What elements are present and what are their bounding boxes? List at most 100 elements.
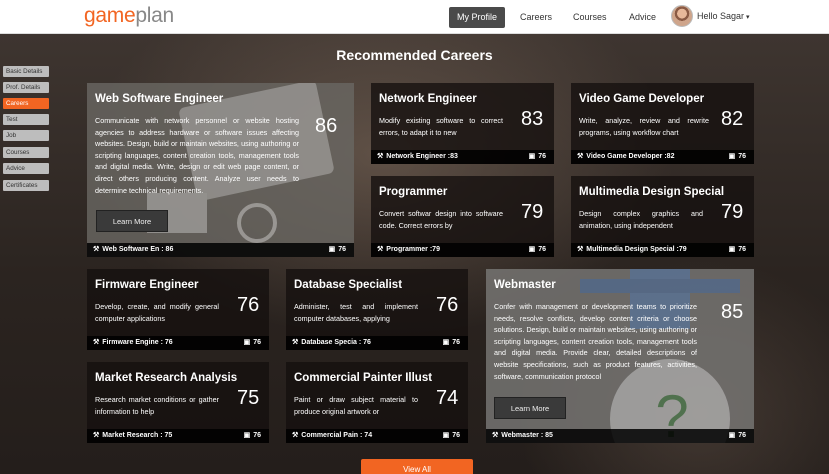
card-description: Modify existing software to correct erro… [379, 116, 503, 137]
job-count: 76 [452, 339, 460, 346]
card-score: 83 [521, 108, 544, 130]
avatar[interactable] [671, 5, 693, 27]
magic-wand-icon: ⚒ [577, 153, 584, 160]
briefcase-icon: ▣ [728, 153, 736, 160]
nav-my-profile[interactable]: My Profile [449, 7, 506, 28]
caret-down-icon: ▾ [746, 14, 750, 21]
gameplan-logo[interactable]: gameplan [84, 4, 174, 28]
magic-wand-icon: ⚒ [292, 339, 299, 346]
career-card-database-specialist[interactable]: Database Specialist Administer, test and… [286, 269, 468, 350]
card-footer: ⚒ Webmaster : 85 ▣ 76 [486, 429, 754, 443]
magic-wand-icon: ⚒ [292, 432, 299, 439]
briefcase-icon: ▣ [728, 246, 736, 253]
card-score: 76 [436, 294, 459, 316]
card-score: 85 [721, 301, 744, 323]
card-footer: ⚒ Network Engineer :83 ▣ 76 [371, 150, 554, 164]
sidebar-item-test[interactable]: Test [3, 114, 49, 125]
career-card-video-game-developer[interactable]: Video Game Developer Write, analyze, rev… [571, 83, 754, 164]
sidebar-item-advice[interactable]: Advice [3, 163, 49, 174]
magic-wand-icon: ⚒ [492, 432, 499, 439]
card-description: Research market conditions or gather inf… [95, 395, 219, 416]
sidebar-item-basic-details[interactable]: Basic Details [3, 66, 49, 77]
magic-wand-icon: ⚒ [577, 246, 584, 253]
career-card-network-engineer[interactable]: Network Engineer Modify existing softwar… [371, 83, 554, 164]
card-footer-label: Firmware Engine : 76 [102, 339, 173, 346]
briefcase-icon: ▣ [328, 246, 336, 253]
nav-courses[interactable]: Courses [565, 7, 615, 28]
card-footer: ⚒ Programmer :79 ▣ 76 [371, 243, 554, 257]
card-title: Database Specialist [294, 279, 403, 291]
card-title: Firmware Engineer [95, 279, 199, 291]
sidebar-item-prof-details[interactable]: Prof. Details [3, 82, 49, 93]
card-footer-label: Market Research : 75 [102, 432, 173, 439]
career-card-commercial-painter-illust[interactable]: Commercial Painter Illust Paint or draw … [286, 362, 468, 443]
card-footer-label: Commercial Pain : 74 [301, 432, 373, 439]
sidebar-item-careers[interactable]: Careers [3, 98, 49, 109]
career-card-firmware-engineer[interactable]: Firmware Engineer Develop, create, and m… [87, 269, 269, 350]
magic-wand-icon: ⚒ [377, 246, 384, 253]
card-footer: ⚒ Market Research : 75 ▣ 76 [87, 429, 269, 443]
job-count: 76 [538, 246, 546, 253]
job-count: 76 [738, 432, 746, 439]
career-card-webmaster[interactable]: ? Webmaster Confer with management or de… [486, 269, 754, 443]
view-all-button[interactable]: View All [361, 459, 473, 474]
card-footer: ⚒ Firmware Engine : 76 ▣ 76 [87, 336, 269, 350]
card-footer: ⚒ Commercial Pain : 74 ▣ 76 [286, 429, 468, 443]
career-card-programmer[interactable]: Programmer Convert softwar design into s… [371, 176, 554, 257]
card-description: Administer, test and implement computer … [294, 302, 418, 323]
card-description: Paint or draw subject material to produc… [294, 395, 418, 416]
card-footer-label: Network Engineer :83 [386, 153, 458, 160]
card-score: 82 [721, 108, 744, 130]
sidebar-item-certificates[interactable]: Certificates [3, 180, 49, 191]
briefcase-icon: ▣ [528, 246, 536, 253]
page-title: Recommended Careers [336, 47, 493, 63]
job-count: 76 [253, 339, 261, 346]
magic-wand-icon: ⚒ [93, 432, 100, 439]
career-card-market-research-analysis[interactable]: Market Research Analysis Research market… [87, 362, 269, 443]
card-title: Programmer [379, 186, 448, 198]
card-title: Multimedia Design Special [579, 186, 725, 198]
sidebar-item-courses[interactable]: Courses [3, 147, 49, 158]
job-count: 76 [738, 246, 746, 253]
card-title: Video Game Developer [579, 93, 705, 105]
card-footer-label: Web Software En : 86 [102, 246, 174, 253]
card-score: 74 [436, 387, 459, 409]
card-footer-label: Webmaster : 85 [501, 432, 553, 439]
user-greeting: Hello Sagar [697, 11, 745, 21]
card-description: Confer with management or development te… [494, 302, 697, 381]
card-footer-label: Multimedia Design Special :79 [586, 246, 687, 253]
card-score: 79 [521, 201, 544, 223]
card-score: 76 [237, 294, 260, 316]
user-menu[interactable]: Hello Sagar ▾ [697, 11, 750, 21]
card-footer-label: Database Specia : 76 [301, 339, 371, 346]
magic-wand-icon: ⚒ [93, 246, 100, 253]
card-description: Write, analyze, review and rewrite progr… [579, 116, 709, 137]
card-description: Convert softwar design into software cod… [379, 209, 503, 230]
sidebar-item-job[interactable]: Job [3, 130, 49, 141]
card-title: Web Software Engineer [95, 93, 224, 105]
nav-advice[interactable]: Advice [621, 7, 664, 28]
career-card-multimedia-design-special[interactable]: Multimedia Design Special Design complex… [571, 176, 754, 257]
briefcase-icon: ▣ [728, 432, 736, 439]
career-card-web-software-engineer[interactable]: Web Software Engineer Communicate with n… [87, 83, 354, 257]
briefcase-icon: ▣ [442, 339, 450, 346]
learn-more-button[interactable]: Learn More [96, 210, 168, 232]
top-navbar: gameplan My Profile Careers Courses Advi… [0, 0, 829, 34]
card-score: 86 [315, 115, 338, 137]
magic-wand-icon: ⚒ [377, 153, 384, 160]
card-footer: ⚒ Video Game Developer :82 ▣ 76 [571, 150, 754, 164]
learn-more-button[interactable]: Learn More [494, 397, 566, 419]
briefcase-icon: ▣ [243, 432, 251, 439]
nav-careers[interactable]: Careers [512, 7, 560, 28]
job-count: 76 [538, 153, 546, 160]
card-title: Commercial Painter Illust [294, 372, 433, 384]
briefcase-icon: ▣ [442, 432, 450, 439]
card-title: Market Research Analysis [95, 372, 238, 384]
card-footer: ⚒ Multimedia Design Special :79 ▣ 76 [571, 243, 754, 257]
briefcase-icon: ▣ [528, 153, 536, 160]
magic-wand-icon: ⚒ [93, 339, 100, 346]
card-score: 75 [237, 387, 260, 409]
card-description: Design complex graphics and animation, u… [579, 209, 703, 230]
card-title: Network Engineer [379, 93, 477, 105]
job-count: 76 [253, 432, 261, 439]
